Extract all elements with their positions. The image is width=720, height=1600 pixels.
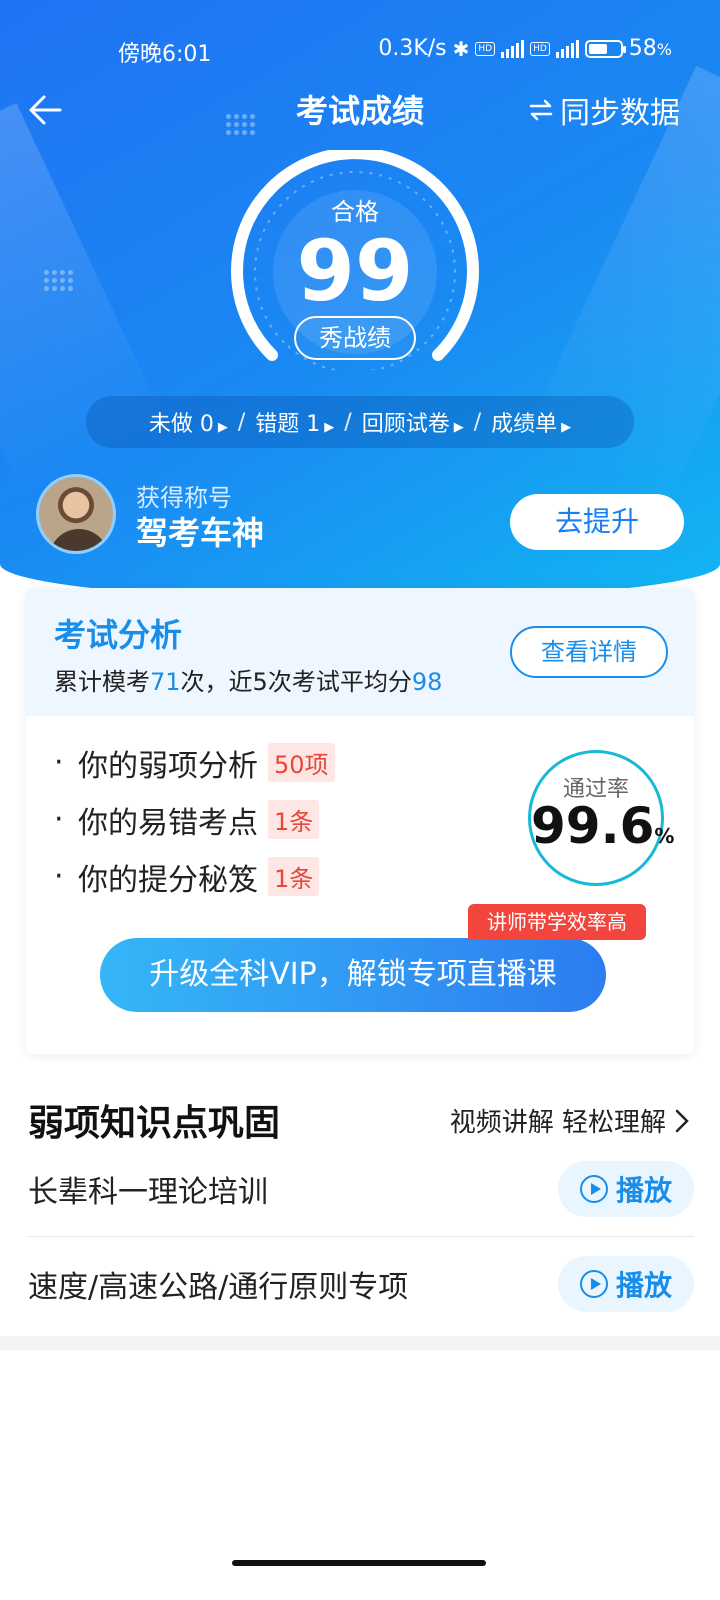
separator: / [473,409,482,435]
analysis-card: 考试分析 累计模考71次，近5次考试平均分98 查看详情 · 你的弱项分析 50项 … [26,588,694,1054]
pass-rate-ring: 通过率 99.6% [528,750,675,886]
home-indicator[interactable] [232,1560,486,1566]
show-score-button[interactable]: 秀战绩 [294,316,416,360]
battery-icon [584,39,626,58]
avatar[interactable] [36,474,116,554]
score-value: 99 [296,222,414,320]
quick-links-bar: 未做 0 ▶ / 错题 1 ▶ / 回顾试卷 ▶ / 成绩单 ▶ [86,396,634,448]
list-item[interactable]: · 你的弱项分析 50项 [54,734,335,791]
hd-icon: HD [530,41,550,56]
decor-dots [44,270,73,291]
count-badge: 1条 [268,800,320,839]
view-details-button[interactable]: 查看详情 [510,626,668,678]
honor-title: 驾考车神 [136,514,265,552]
sync-data-button[interactable]: 同步数据 [528,88,680,132]
play-button[interactable]: 播放 [558,1161,694,1217]
vip-promo-tag: 讲师带学效率高 [468,904,646,940]
analysis-summary: 累计模考71次，近5次考试平均分98 [54,668,443,696]
sync-icon [529,99,553,121]
lesson-row: 长辈科一理论培训 播放 [28,1142,694,1236]
play-button[interactable]: 播放 [558,1256,694,1312]
count-badge: 1条 [268,857,320,896]
lesson-name: 速度/高速公路/通行原则专项 [28,1270,409,1305]
quick-link-report[interactable]: 成绩单 ▶ [491,406,571,438]
list-item[interactable]: · 你的提分秘笈 1条 [54,848,335,905]
hd-icon: HD [475,41,496,56]
section-title: 弱项知识点巩固 [28,1103,281,1144]
quick-link-wrong[interactable]: 错题 1 ▶ [255,406,334,438]
status-time: 傍晚6:01 [118,42,212,67]
status-indicators: 0.3K/s ✱ HD HD 58% [378,36,672,61]
exam-result-page: 傍晚6:01 0.3K/s ✱ HD HD 58% 考试成绩 同步数据 合格 9… [0,0,720,1600]
play-icon [579,1175,608,1203]
score-gauge: 合格 99 秀战绩 [230,150,480,370]
lesson-row: 速度/高速公路/通行原则专项 播放 [28,1237,694,1331]
video-explain-link[interactable]: 视频讲解 轻松理解 [450,1102,690,1139]
signal-icon [555,39,579,58]
sync-label: 同步数据 [560,96,680,131]
separator: / [237,409,246,435]
chevron-right-icon [675,1109,689,1132]
analysis-title: 考试分析 [54,616,183,654]
play-icon [579,1270,608,1298]
battery-level: 58% [628,36,672,61]
section-divider [0,1336,720,1350]
separator: / [344,409,352,435]
bluetooth-icon: ✱ [452,36,470,61]
weak-analysis-list: · 你的弱项分析 50项 · 你的易错考点 1条 · 你的提分秘笈 1条 [54,734,335,905]
list-item[interactable]: · 你的易错考点 1条 [54,791,335,848]
count-badge: 50项 [268,743,335,782]
pass-rate-value: 99.6% [531,797,675,855]
status-bar: 傍晚6:01 0.3K/s ✱ HD HD 58% [0,30,720,70]
improve-button[interactable]: 去提升 [510,494,684,550]
upgrade-vip-button[interactable]: 升级全科VIP，解锁专项直播课 [100,938,606,1012]
title-bar: 考试成绩 同步数据 [0,80,720,140]
signal-icon [501,39,525,58]
net-speed: 0.3K/s [378,36,447,61]
quick-link-review[interactable]: 回顾试卷 ▶ [362,406,464,438]
lesson-name: 长辈科一理论培训 [28,1175,268,1210]
back-arrow-icon[interactable] [26,90,66,130]
quick-link-undone[interactable]: 未做 0 ▶ [149,406,228,438]
